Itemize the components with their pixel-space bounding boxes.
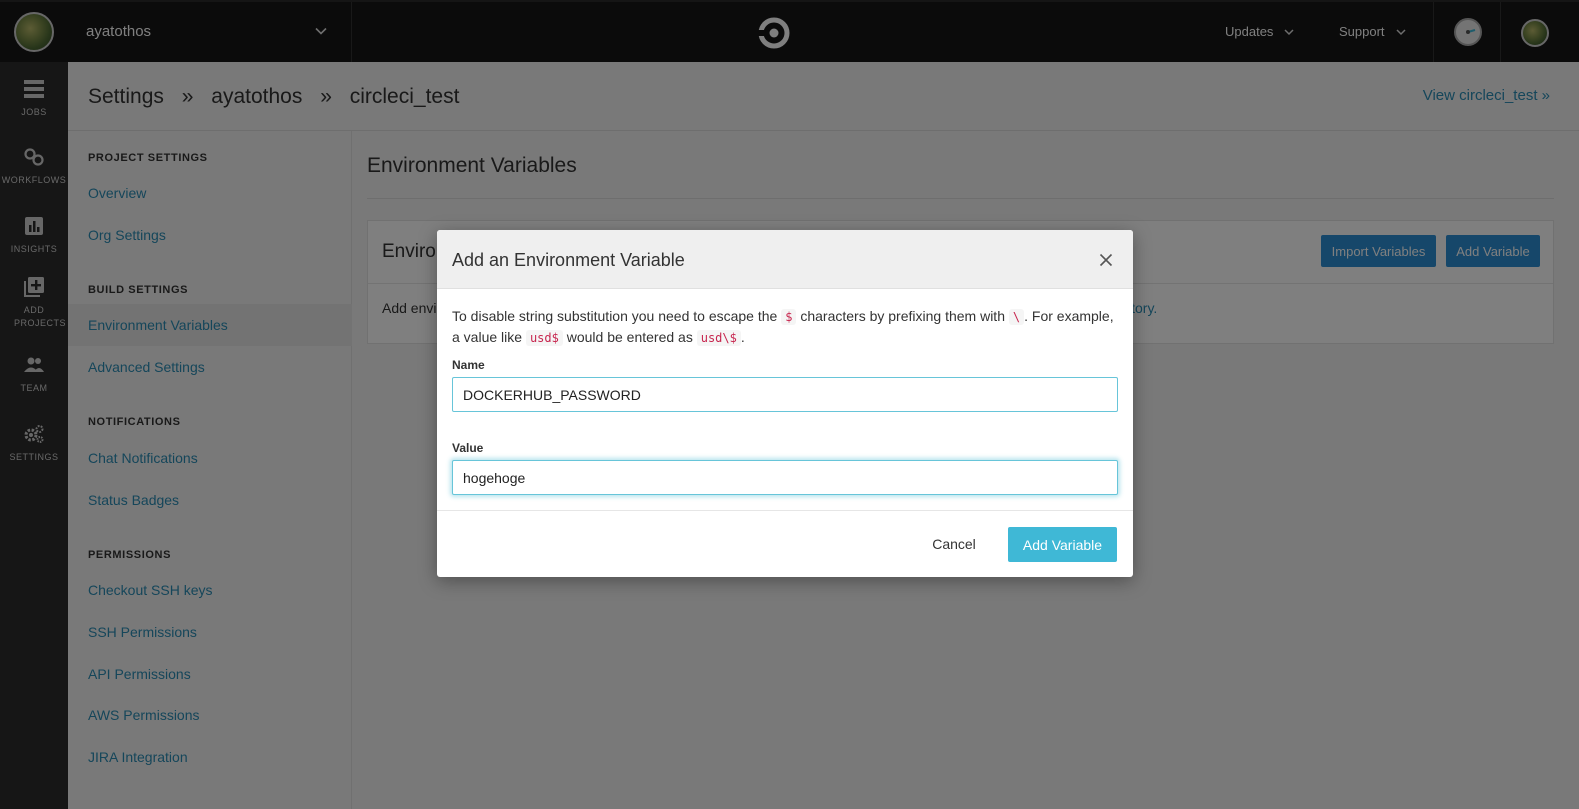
name-input[interactable]: [452, 377, 1118, 412]
value-label: Value: [452, 441, 484, 455]
desc-text: would be entered as: [562, 329, 697, 345]
code-snippet: \: [1008, 309, 1025, 325]
desc-text: .: [740, 329, 745, 345]
code-snippet: usd\$: [696, 330, 741, 346]
modal-add-variable-button[interactable]: Add Variable: [1008, 527, 1117, 562]
close-icon[interactable]: [1099, 253, 1113, 267]
code-snippet: usd$: [525, 330, 563, 346]
desc-text: To disable string substitution you need …: [452, 308, 782, 324]
name-label: Name: [452, 358, 485, 372]
modal-description: To disable string substitution you need …: [452, 306, 1122, 348]
value-input[interactable]: [452, 460, 1118, 495]
cancel-button[interactable]: Cancel: [919, 527, 989, 561]
code-snippet: $: [781, 309, 797, 325]
divider: [437, 510, 1133, 511]
modal-header: Add an Environment Variable: [437, 230, 1133, 289]
modal-title: Add an Environment Variable: [452, 250, 685, 270]
desc-text: characters by prefixing them with: [796, 308, 1009, 324]
add-env-var-modal: Add an Environment Variable To disable s…: [437, 230, 1133, 577]
